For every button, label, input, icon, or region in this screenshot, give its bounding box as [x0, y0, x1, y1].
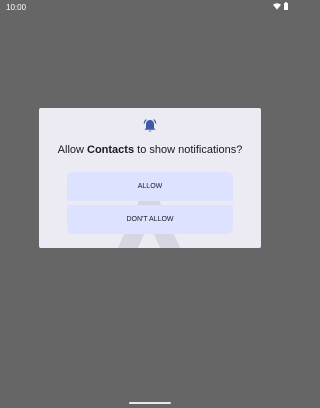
battery-icon: [284, 2, 288, 10]
title-prefix: Allow: [57, 144, 88, 156]
status-time: 10:00: [6, 3, 27, 12]
dialog-title: Allow Contacts to show notifications?: [39, 144, 261, 156]
notification-permission-dialog: Allow Contacts to show notifications? AL…: [39, 108, 261, 248]
allow-button-label: ALLOW: [137, 183, 163, 190]
status-icons: [273, 2, 288, 10]
allow-button[interactable]: ALLOW: [67, 172, 233, 201]
title-suffix: to show notifications?: [134, 144, 243, 156]
notification-bell-icon: [143, 119, 157, 132]
navigation-handle[interactable]: [129, 402, 171, 404]
dont-allow-button[interactable]: DON'T ALLOW: [67, 205, 233, 234]
dont-allow-button-label: DON'T ALLOW: [126, 216, 174, 223]
wifi-icon: [273, 2, 281, 10]
status-bar: 10:00: [0, 0, 300, 14]
app-name: Contacts: [87, 144, 135, 156]
